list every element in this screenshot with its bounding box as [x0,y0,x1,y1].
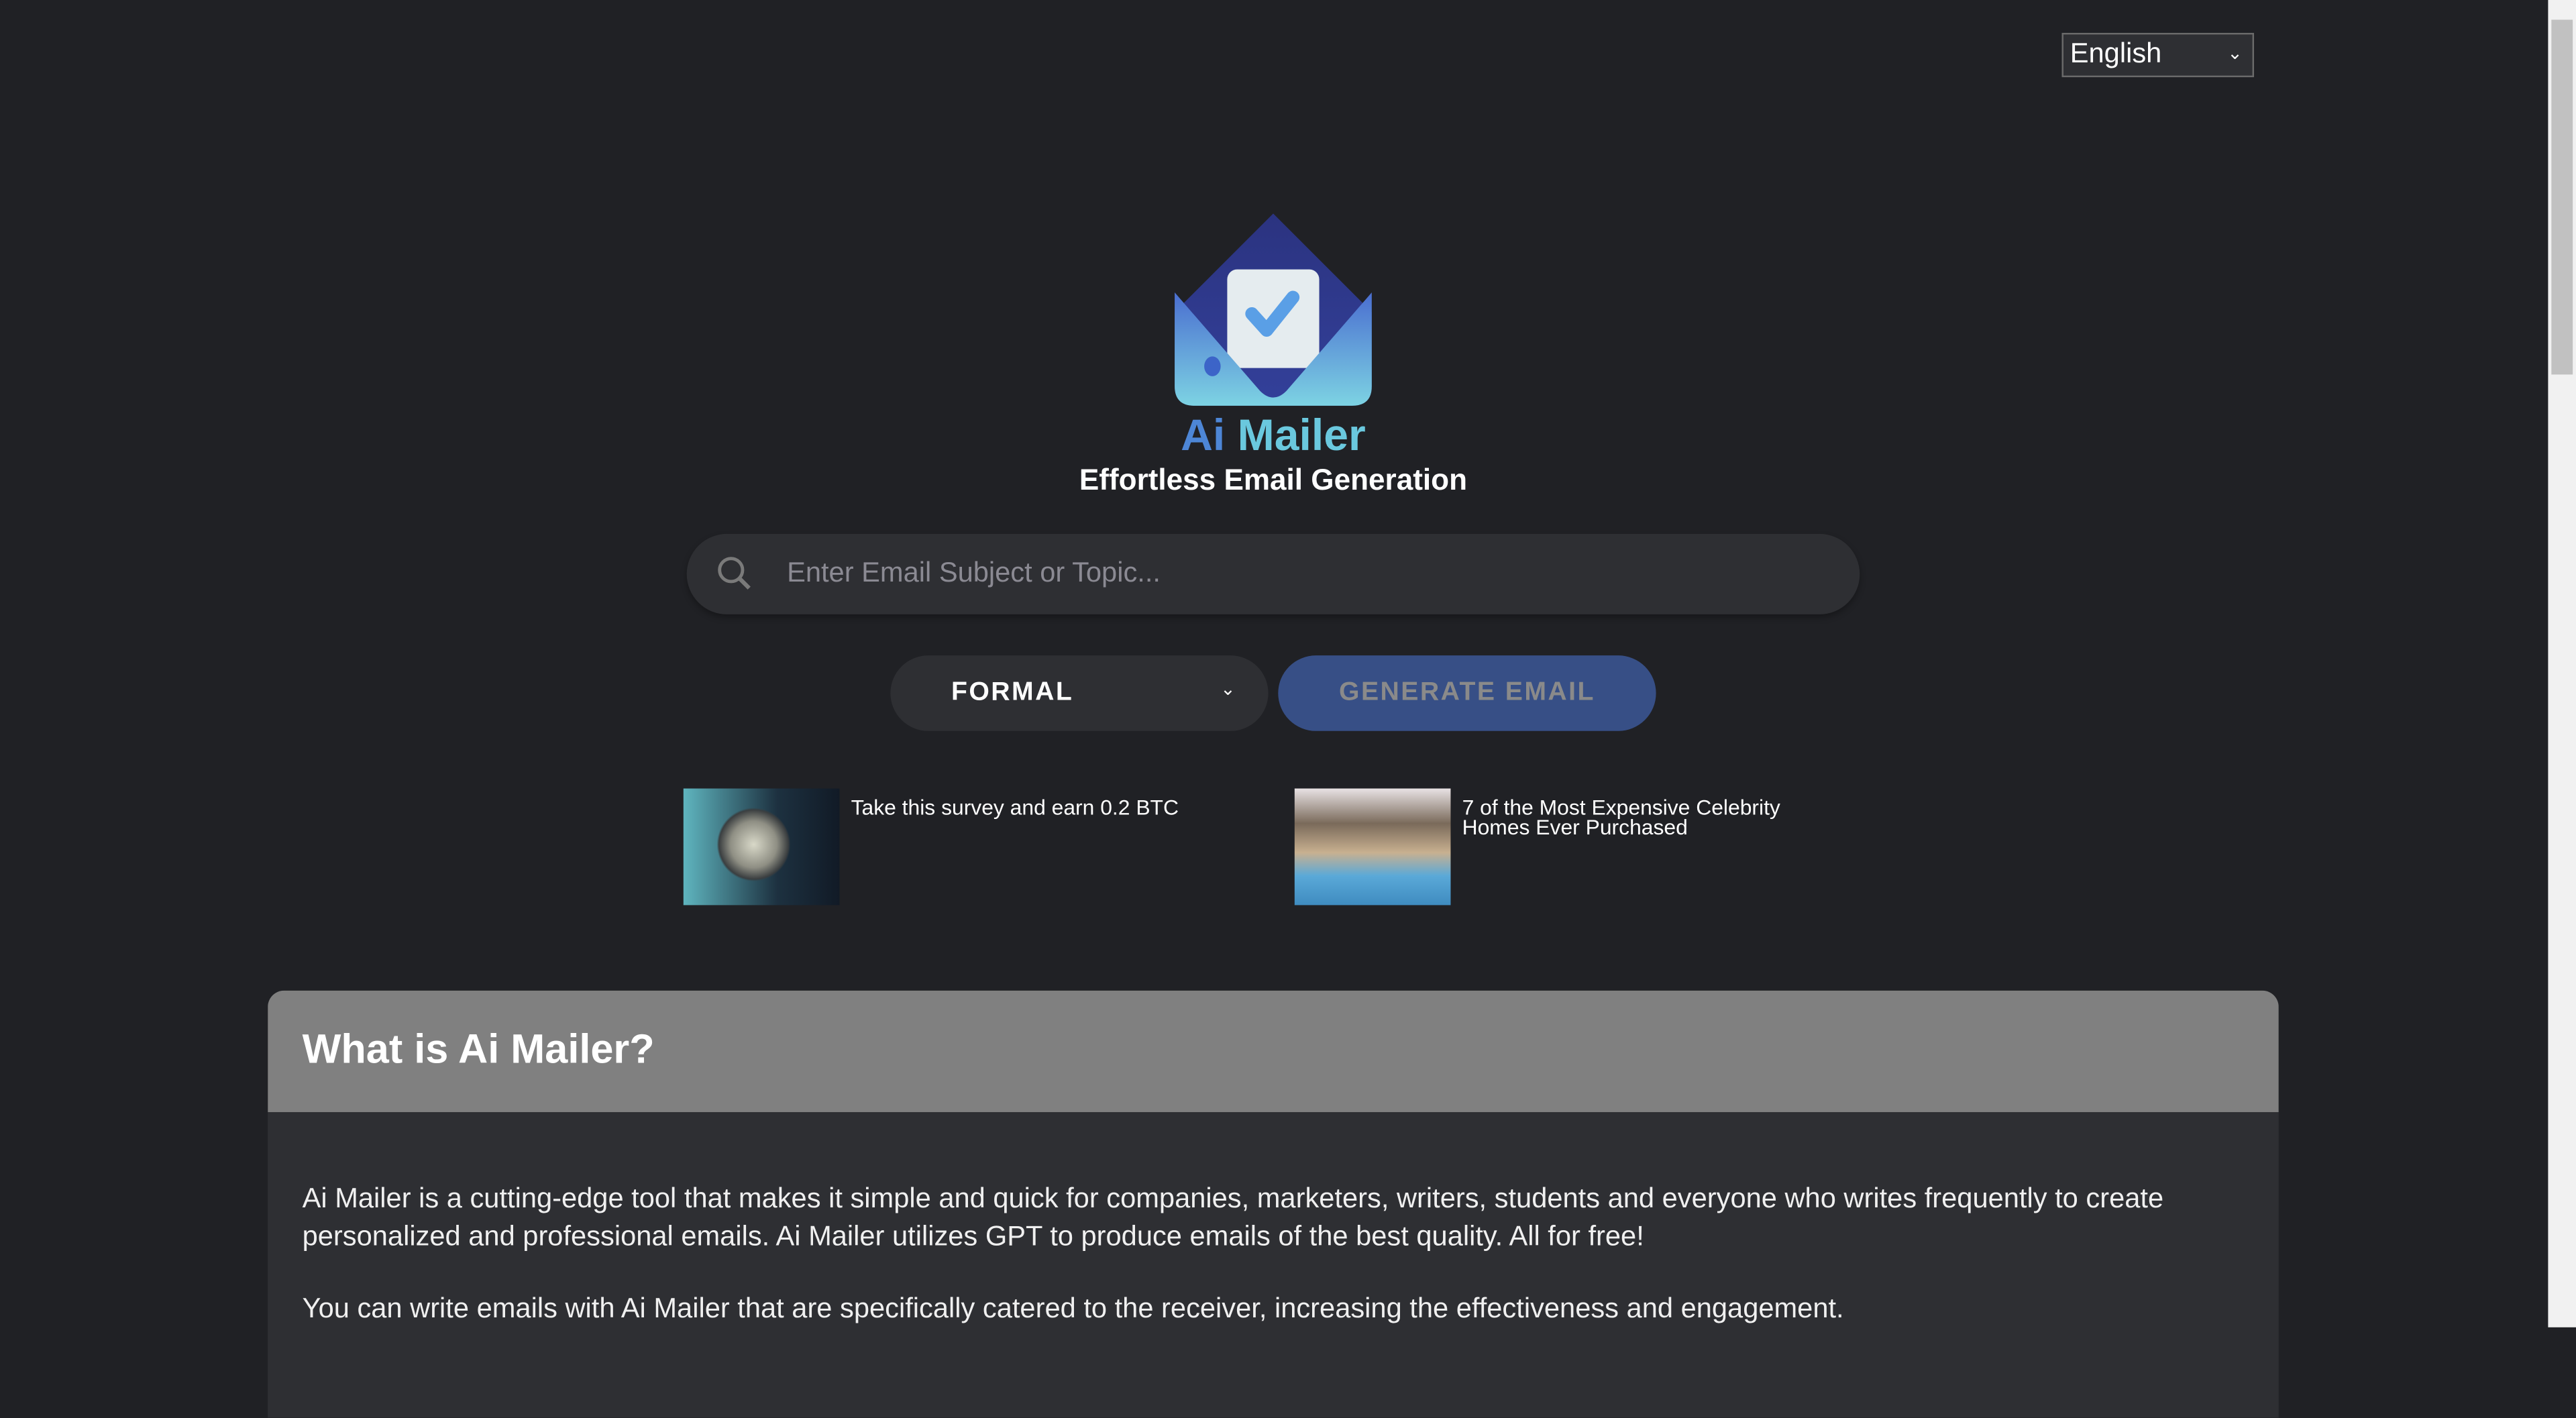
ad-celebrity-homes-image[interactable] [1294,788,1451,906]
language-value: English [2070,38,2162,69]
generate-email-button[interactable]: GENERATE EMAIL [1278,655,1656,731]
about-card: What is Ai Mailer? Ai Mailer is a cuttin… [268,990,2279,1418]
about-card-header: What is Ai Mailer? [268,990,2279,1112]
about-paragraph: Ai Mailer is a cutting-edge tool that ma… [302,1183,2164,1252]
page: English ⌄ Ai Mailer Effortless Email Gen… [0,0,2576,1418]
about-title: What is Ai Mailer? [302,1026,655,1073]
scrollbar[interactable] [2548,0,2576,1327]
search-icon [718,557,751,590]
tone-select[interactable]: FORMAL ⌄ [890,655,1269,731]
search-placeholder: Enter Email Subject or Topic... [787,557,1161,588]
chevron-down-icon: ⌄ [1220,679,1236,700]
envelope-logo-icon [1175,213,1372,406]
tone-value: FORMAL [951,678,1074,707]
ad-link[interactable]: Take this survey and earn 0.2 BTC [851,797,1213,818]
about-paragraph: You can write emails with Ai Mailer that… [302,1293,1844,1324]
chevron-down-icon: ⌄ [2227,44,2243,64]
ad-bitcoin-image[interactable] [683,788,840,906]
topic-search-input[interactable]: Enter Email Subject or Topic... [686,533,1860,614]
tagline: Effortless Email Generation [1079,463,1468,496]
language-select[interactable]: English ⌄ [2061,32,2255,78]
brand-name-mailer: Mailer [1237,411,1366,460]
ad-link[interactable]: 7 of the Most Expensive Celebrity Homes … [1462,797,1824,838]
brand-name: Ai Mailer [945,411,1602,461]
brand-name-ai: Ai [1181,411,1226,460]
scrollbar-thumb[interactable] [2551,19,2573,375]
